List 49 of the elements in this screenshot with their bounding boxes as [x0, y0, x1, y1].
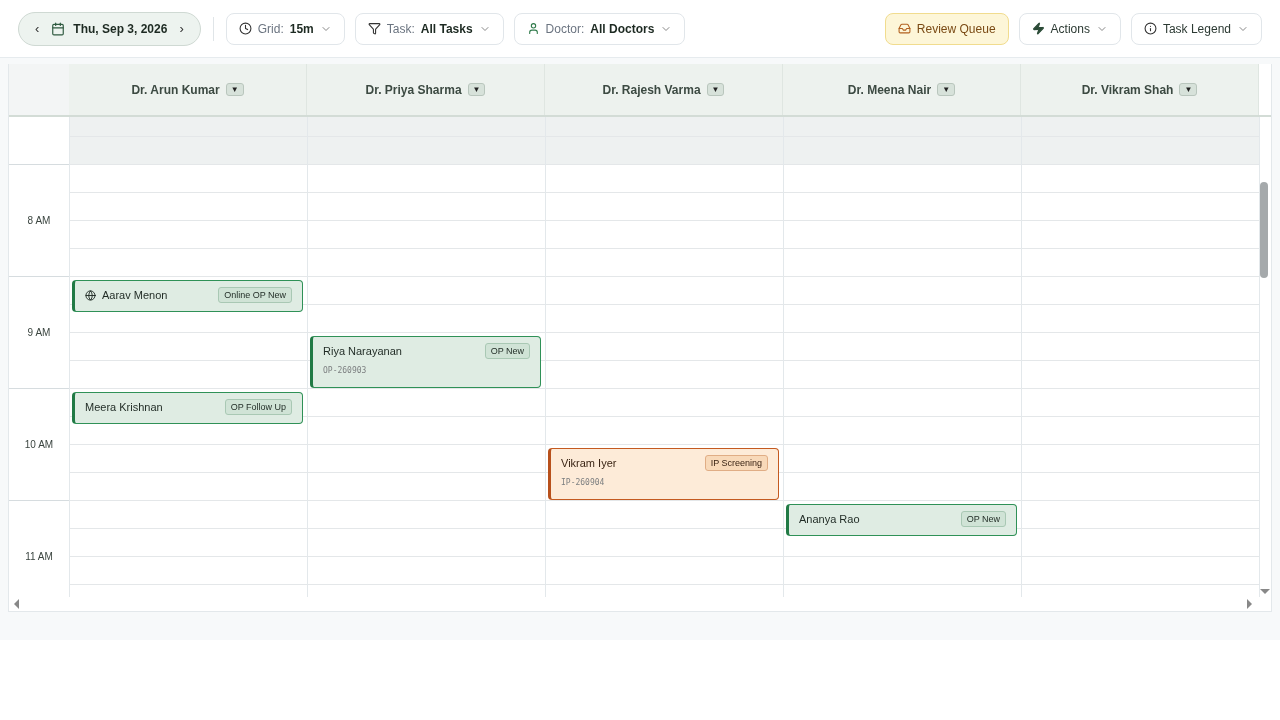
patient-name: Meera Krishnan	[85, 401, 164, 413]
doctor-name: Dr. Rajesh Varma	[602, 82, 701, 97]
doctor-name: Dr. Priya Sharma	[365, 82, 462, 97]
task-legend-button[interactable]: Task Legend	[1130, 12, 1262, 45]
person-icon	[526, 22, 540, 35]
filter-icon	[367, 22, 381, 35]
appointment-card[interactable]: Vikram Iyer IP Screening IP-260904	[548, 448, 779, 500]
filter-dropdown[interactable]: Doctor: All Doctors	[513, 12, 686, 45]
appointment-card[interactable]: Ananya Rao OP New	[786, 504, 1017, 536]
inbox-icon	[897, 22, 911, 35]
appointment-card[interactable]: Riya Narayanan OP New OP-260903	[310, 336, 541, 388]
record-number: IP-260904	[561, 478, 605, 487]
next-day-button[interactable]: ›	[175, 21, 188, 36]
previous-day-button[interactable]: ‹	[31, 21, 44, 36]
task-tag: IP Screening	[704, 455, 768, 471]
column-menu-button[interactable]: ▼	[1179, 83, 1198, 96]
patient-name: Riya Narayanan	[323, 345, 403, 357]
appointment-card[interactable]: Aarav Menon Online OP New	[72, 280, 303, 312]
patient-name: Vikram Iyer	[561, 457, 618, 469]
time-label: 9 AM	[27, 327, 51, 338]
column-menu-button[interactable]: ▼	[937, 83, 956, 96]
review-queue-button[interactable]: Review Queue	[884, 12, 1009, 45]
clock-icon	[238, 22, 252, 35]
time-label: 8 AM	[27, 215, 51, 226]
actions-button[interactable]: Actions	[1018, 12, 1121, 45]
time-label: 11 AM	[25, 551, 53, 562]
time-label: 10 AM	[24, 439, 54, 450]
record-number: OP-260903	[323, 366, 367, 375]
task-tag: OP New	[484, 343, 530, 359]
doctor-name: Dr. Vikram Shah	[1081, 82, 1174, 97]
globe-icon	[85, 289, 96, 301]
filter-dropdown[interactable]: Grid: 15m	[225, 12, 345, 45]
task-tag: OP Follow Up	[224, 399, 292, 415]
info-icon	[1143, 22, 1157, 35]
patient-name: Aarav Menon	[102, 289, 169, 301]
scrollbar-thumb[interactable]	[1260, 182, 1268, 278]
column-menu-button[interactable]: ▼	[225, 83, 244, 96]
lightning-icon	[1031, 22, 1045, 35]
column-menu-button[interactable]: ▼	[467, 83, 486, 96]
column-menu-button[interactable]: ▼	[706, 83, 725, 96]
filter-dropdown[interactable]: Task: All Tasks	[354, 12, 504, 45]
task-tag: Online OP New	[218, 287, 292, 303]
date-label: Thu, Sep 3, 2026	[73, 21, 168, 36]
patient-name: Ananya Rao	[799, 513, 861, 525]
doctor-name: Dr. Arun Kumar	[131, 82, 220, 97]
doctor-name: Dr. Meena Nair	[847, 82, 932, 97]
task-tag: OP New	[960, 511, 1006, 527]
appointment-card[interactable]: Meera Krishnan OP Follow Up	[72, 392, 303, 424]
calendar-icon	[51, 21, 66, 36]
